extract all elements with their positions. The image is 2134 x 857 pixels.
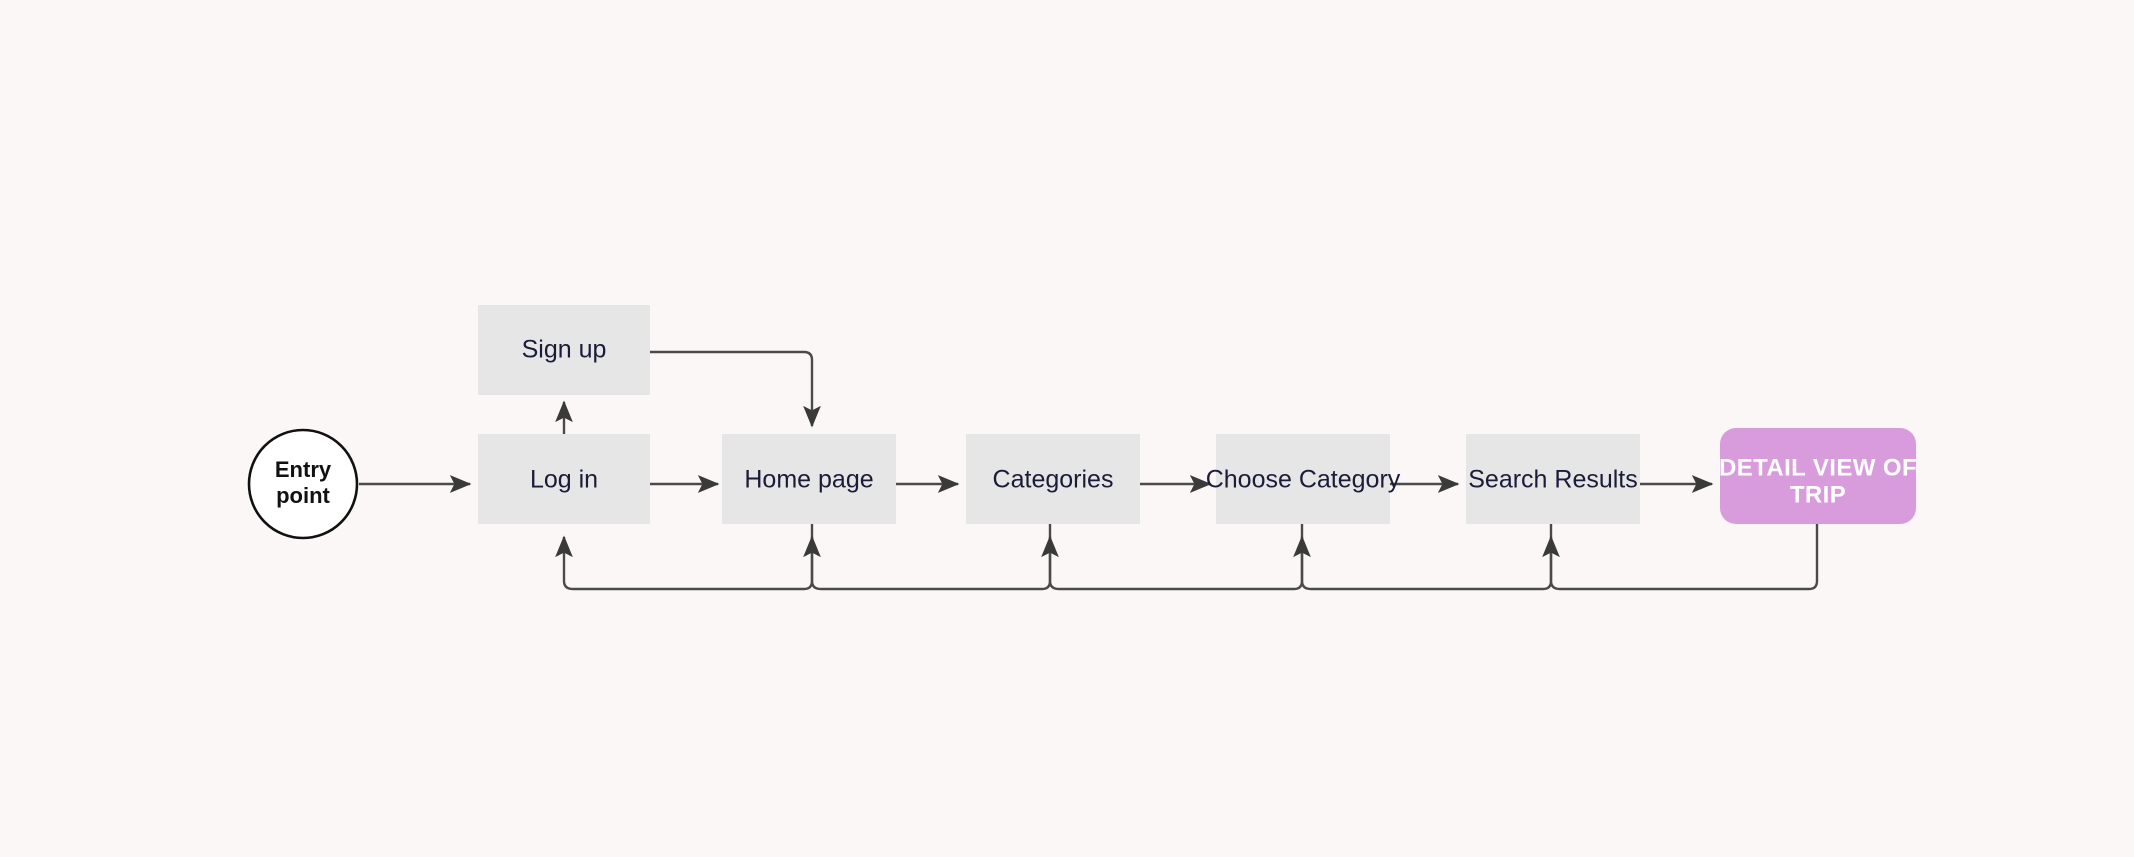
user-flow-diagram: Entry point Sign up Log in Home page Cat…	[247, 305, 1917, 591]
entry-point-label-line1: Entry	[275, 457, 332, 482]
categories-label: Categories	[993, 466, 1114, 494]
detail-view-label-line2: TRIP	[1790, 481, 1846, 508]
sign-up-label: Sign up	[522, 336, 607, 364]
edge-choosecategory-back-to-categories	[1041, 524, 1304, 591]
edge-searchresults-back-to-choosecategory	[1293, 524, 1553, 591]
node-sign-up[interactable]: Sign up	[478, 305, 650, 395]
node-detail-view-of-trip[interactable]: DETAIL VIEW OF TRIP	[1719, 428, 1917, 524]
edge-detailview-back-to-searchresults	[1542, 524, 1819, 591]
log-in-label: Log in	[530, 466, 598, 494]
node-home-page[interactable]: Home page	[722, 434, 896, 524]
node-search-results[interactable]: Search Results	[1466, 434, 1640, 524]
home-page-label: Home page	[744, 466, 873, 494]
choose-category-label: Choose Category	[1206, 466, 1401, 494]
node-entry-point[interactable]: Entry point	[247, 428, 359, 540]
node-choose-category[interactable]: Choose Category	[1206, 434, 1401, 524]
node-log-in[interactable]: Log in	[478, 434, 650, 524]
edge-categories-back-to-homepage	[803, 524, 1052, 591]
edge-signup-to-homepage	[650, 350, 821, 428]
search-results-label: Search Results	[1468, 466, 1638, 494]
entry-point-label-line2: point	[276, 483, 330, 508]
edge-homepage-back-to-login	[555, 524, 814, 591]
node-categories[interactable]: Categories	[966, 434, 1140, 524]
detail-view-label-line1: DETAIL VIEW OF	[1719, 454, 1917, 481]
